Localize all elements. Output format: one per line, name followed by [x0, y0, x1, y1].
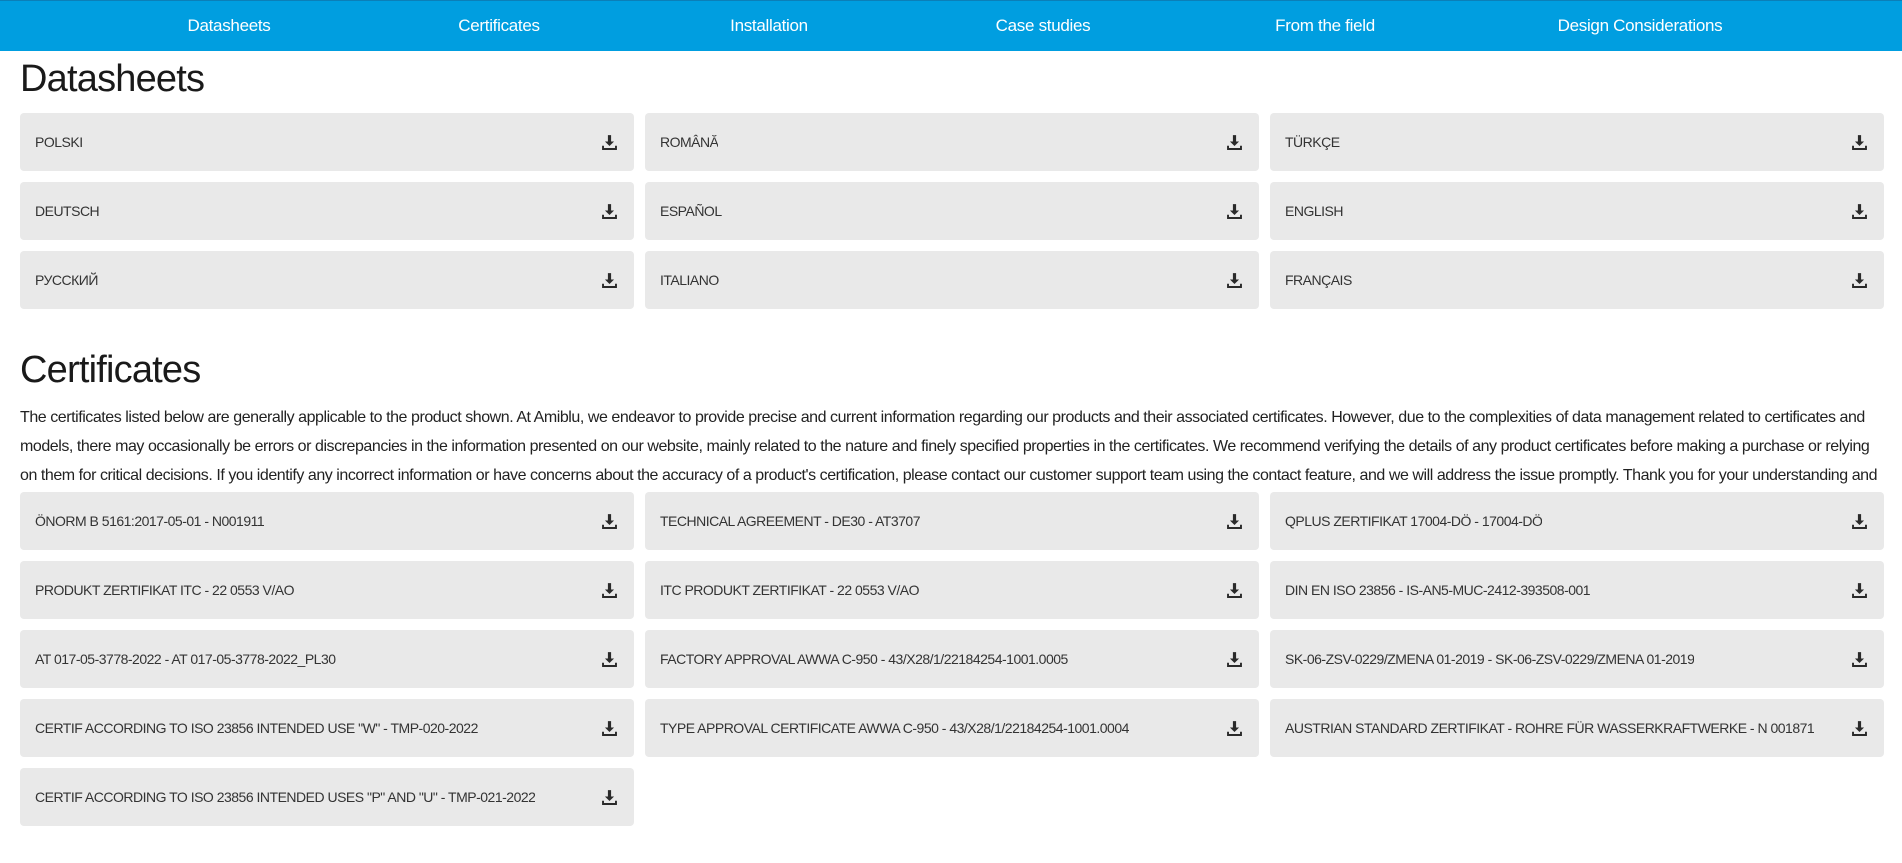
download-icon [1852, 651, 1867, 667]
datasheets-title: Datasheets [20, 58, 205, 100]
certificate-label: AT 017-05-3778-2022 - AT 017-05-3778-202… [35, 651, 336, 667]
download-icon [1852, 203, 1867, 219]
download-icon [602, 134, 617, 150]
datasheet-item[interactable]: ESPAÑOL [645, 182, 1259, 240]
download-icon [1227, 203, 1242, 219]
certificate-item[interactable]: FACTORY APPROVAL AWWA C-950 - 43/X28/1/2… [645, 630, 1259, 688]
certificate-label: TYPE APPROVAL CERTIFICATE AWWA C-950 - 4… [660, 720, 1129, 736]
certificate-item[interactable]: ÖNORM B 5161:2017-05-01 - N001911 [20, 492, 634, 550]
datasheet-label: ESPAÑOL [660, 203, 722, 219]
certificates-grid: ÖNORM B 5161:2017-05-01 - N001911 TECHNI… [20, 492, 1884, 826]
certificate-label: FACTORY APPROVAL AWWA C-950 - 43/X28/1/2… [660, 651, 1068, 667]
certificate-label: ITC PRODUKT ZERTIFIKAT - 22 0553 V/AO [660, 582, 919, 598]
datasheet-item[interactable]: РУССКИЙ [20, 251, 634, 309]
datasheet-item[interactable]: DEUTSCH [20, 182, 634, 240]
download-icon [1852, 513, 1867, 529]
datasheet-label: РУССКИЙ [35, 272, 98, 288]
certificate-label: PRODUKT ZERTIFIKAT ITC - 22 0553 V/AO [35, 582, 294, 598]
nav-design-considerations[interactable]: Design Considerations [1558, 1, 1723, 52]
certificate-item[interactable]: AT 017-05-3778-2022 - AT 017-05-3778-202… [20, 630, 634, 688]
certificate-item[interactable]: TECHNICAL AGREEMENT - DE30 - AT3707 [645, 492, 1259, 550]
download-icon [1852, 582, 1867, 598]
download-icon [1852, 720, 1867, 736]
datasheet-label: ROMÂNĂ [660, 134, 719, 150]
download-icon [602, 651, 617, 667]
download-icon [1852, 272, 1867, 288]
datasheet-label: POLSKI [35, 134, 83, 150]
certificate-label: QPLUS ZERTIFIKAT 17004-DÖ - 17004-DÖ [1285, 513, 1543, 529]
certificate-item[interactable]: ITC PRODUKT ZERTIFIKAT - 22 0553 V/AO [645, 561, 1259, 619]
download-icon [602, 720, 617, 736]
download-icon [602, 582, 617, 598]
nav-from-the-field[interactable]: From the field [1275, 1, 1375, 52]
download-icon [1227, 134, 1242, 150]
datasheet-item[interactable]: ITALIANO [645, 251, 1259, 309]
datasheet-item[interactable]: FRANÇAIS [1270, 251, 1884, 309]
certificate-item[interactable]: AUSTRIAN STANDARD ZERTIFIKAT - ROHRE FÜR… [1270, 699, 1884, 757]
download-icon [1227, 720, 1242, 736]
download-icon [1227, 651, 1242, 667]
datasheet-label: ENGLISH [1285, 203, 1343, 219]
certificate-label: CERTIF ACCORDING TO ISO 23856 INTENDED U… [35, 720, 478, 736]
datasheet-item[interactable]: ENGLISH [1270, 182, 1884, 240]
download-icon [1852, 134, 1867, 150]
download-icon [1227, 582, 1242, 598]
download-icon [602, 272, 617, 288]
nav-case-studies[interactable]: Case studies [996, 1, 1091, 52]
certificate-label: CERTIF ACCORDING TO ISO 23856 INTENDED U… [35, 789, 536, 805]
datasheet-label: TÜRKÇE [1285, 134, 1340, 150]
nav-installation[interactable]: Installation [730, 1, 808, 52]
nav-certificates[interactable]: Certificates [458, 1, 540, 52]
datasheets-grid: POLSKI ROMÂNĂ TÜRKÇE DEUTSCH ESPAÑOL ENG… [20, 113, 1884, 309]
certificate-item[interactable]: SK-06-ZSV-0229/ZMENA 01-2019 - SK-06-ZSV… [1270, 630, 1884, 688]
certificate-item[interactable]: CERTIF ACCORDING TO ISO 23856 INTENDED U… [20, 768, 634, 826]
datasheet-item[interactable]: TÜRKÇE [1270, 113, 1884, 171]
datasheet-label: ITALIANO [660, 272, 719, 288]
datasheet-label: DEUTSCH [35, 203, 100, 219]
certificate-label: AUSTRIAN STANDARD ZERTIFIKAT - ROHRE FÜR… [1285, 720, 1815, 736]
datasheet-item[interactable]: ROMÂNĂ [645, 113, 1259, 171]
certificate-label: SK-06-ZSV-0229/ZMENA 01-2019 - SK-06-ZSV… [1285, 651, 1695, 667]
download-icon [1227, 513, 1242, 529]
certificate-label: DIN EN ISO 23856 - IS-AN5-MUC-2412-39350… [1285, 582, 1591, 598]
nav-datasheets[interactable]: Datasheets [188, 1, 271, 52]
top-nav: Datasheets Certificates Installation Cas… [0, 0, 1902, 51]
certificate-item[interactable]: CERTIF ACCORDING TO ISO 23856 INTENDED U… [20, 699, 634, 757]
certificate-item[interactable]: DIN EN ISO 23856 - IS-AN5-MUC-2412-39350… [1270, 561, 1884, 619]
download-icon [602, 513, 617, 529]
certificate-label: TECHNICAL AGREEMENT - DE30 - AT3707 [660, 513, 920, 529]
datasheet-item[interactable]: POLSKI [20, 113, 634, 171]
download-icon [602, 789, 617, 805]
certificate-item[interactable]: TYPE APPROVAL CERTIFICATE AWWA C-950 - 4… [645, 699, 1259, 757]
download-icon [602, 203, 617, 219]
datasheet-label: FRANÇAIS [1285, 272, 1352, 288]
download-icon [1227, 272, 1242, 288]
certificate-label: ÖNORM B 5161:2017-05-01 - N001911 [35, 513, 265, 529]
certificates-title: Certificates [20, 349, 201, 391]
certificate-item[interactable]: PRODUKT ZERTIFIKAT ITC - 22 0553 V/AO [20, 561, 634, 619]
certificate-item[interactable]: QPLUS ZERTIFIKAT 17004-DÖ - 17004-DÖ [1270, 492, 1884, 550]
